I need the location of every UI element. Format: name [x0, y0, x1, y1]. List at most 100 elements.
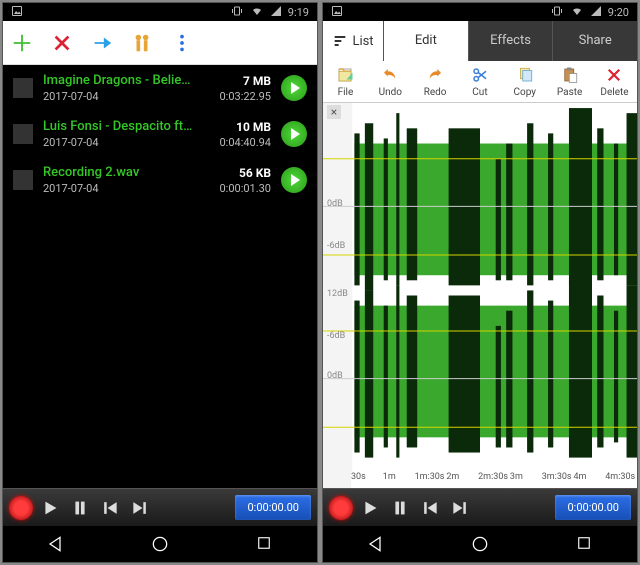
checkbox[interactable] [13, 170, 33, 190]
time-tick: 1m:30s [415, 472, 447, 488]
redo-label: Redo [424, 87, 447, 98]
db-label: 12dB [327, 289, 348, 299]
list-button[interactable]: List [323, 21, 383, 61]
track-list: Imagine Dragons - Believe... 2017-07-04 … [3, 65, 317, 488]
tools-button[interactable] [131, 32, 153, 54]
vibrate-icon [230, 5, 244, 20]
paste-icon [560, 65, 580, 85]
cut-button[interactable]: Cut [458, 65, 502, 98]
file-button[interactable]: File [323, 65, 367, 98]
back-nav-icon[interactable] [45, 534, 65, 554]
track-size: 7 MB [219, 74, 271, 88]
status-bar: 9:20 [323, 3, 637, 21]
signal-icon [270, 5, 282, 20]
time-tick: 3m:30s [542, 472, 574, 488]
home-nav-icon[interactable] [470, 534, 490, 554]
delete-button[interactable] [51, 32, 73, 54]
vibrate-icon [550, 5, 564, 20]
delete-label: Delete [600, 87, 628, 98]
delete-tool-button[interactable]: Delete [592, 65, 636, 98]
undo-label: Undo [379, 87, 402, 98]
pause-button[interactable] [387, 495, 413, 521]
db-label: 0dB [327, 199, 343, 209]
android-nav-bar [3, 526, 317, 562]
recent-nav-icon[interactable] [575, 534, 595, 554]
scissors-icon [470, 65, 490, 85]
copy-label: Copy [514, 87, 537, 98]
track-size: 56 KB [219, 166, 271, 180]
time-tick: 1m [383, 472, 415, 488]
edit-toolbar: File Undo Redo Cut Copy Paste Delete [323, 61, 637, 103]
time-tick: 2m:30s [478, 472, 510, 488]
list-label: List [352, 34, 373, 49]
checkbox[interactable] [13, 124, 33, 144]
play-track-button[interactable] [281, 121, 307, 147]
time-axis: 30s 1m 1m:30s 2m 2m:30s 3m 3m:30s 4m 4m:… [351, 472, 637, 488]
time-tick: 3m [510, 472, 542, 488]
wifi-icon [250, 5, 264, 20]
redo-icon [425, 65, 445, 85]
forward-button[interactable] [91, 32, 113, 54]
time-tick: 4m [573, 472, 605, 488]
phone-right: 9:20 List Edit Effects Share File Undo R… [322, 2, 638, 563]
redo-button[interactable]: Redo [413, 65, 457, 98]
db-label: -6dB [327, 241, 345, 251]
editor-tabs: List Edit Effects Share [323, 21, 637, 61]
copy-button[interactable]: Copy [503, 65, 547, 98]
track-row[interactable]: Luis Fonsi - Despacito ft. ... 2017-07-0… [3, 111, 317, 157]
player-bar: 0:00:00.00 [3, 488, 317, 526]
track-name: Luis Fonsi - Despacito ft. ... [43, 119, 193, 134]
undo-icon [380, 65, 400, 85]
db-label: 0dB [327, 371, 343, 381]
status-time: 9:20 [608, 6, 629, 19]
track-name: Recording 2.wav [43, 165, 193, 180]
next-button[interactable] [447, 495, 473, 521]
waveform-area[interactable]: × 0dB -6dB 12dB -6dB 0dB 30s 1m 1m:30s 2… [323, 103, 637, 488]
track-row[interactable]: Imagine Dragons - Believe... 2017-07-04 … [3, 65, 317, 111]
close-wave-icon[interactable]: × [327, 105, 341, 119]
copy-icon [515, 65, 535, 85]
tab-edit[interactable]: Edit [383, 21, 468, 61]
time-tick: 2m [446, 472, 478, 488]
player-time: 0:00:00.00 [555, 495, 631, 520]
track-duration: 0:04:40.94 [219, 136, 271, 149]
player-time: 0:00:00.00 [235, 495, 311, 520]
wifi-icon [570, 5, 584, 20]
prev-button[interactable] [417, 495, 443, 521]
record-button[interactable] [9, 496, 33, 520]
checkbox[interactable] [13, 78, 33, 98]
track-row[interactable]: Recording 2.wav 2017-07-04 56 KB 0:00:01… [3, 157, 317, 203]
picture-icon [331, 5, 343, 20]
tab-share[interactable]: Share [552, 21, 637, 61]
paste-button[interactable]: Paste [548, 65, 592, 98]
tab-effects[interactable]: Effects [468, 21, 553, 61]
status-bar: 9:19 [3, 3, 317, 21]
track-size: 10 MB [219, 120, 271, 134]
undo-button[interactable]: Undo [368, 65, 412, 98]
home-nav-icon[interactable] [150, 534, 170, 554]
recent-nav-icon[interactable] [255, 534, 275, 554]
play-track-button[interactable] [281, 167, 307, 193]
time-tick: 30s [351, 472, 383, 488]
add-button[interactable] [11, 32, 33, 54]
more-button[interactable] [171, 32, 193, 54]
track-date: 2017-07-04 [43, 136, 209, 149]
pause-button[interactable] [67, 495, 93, 521]
status-time: 9:19 [288, 6, 309, 19]
record-button[interactable] [329, 496, 353, 520]
next-button[interactable] [127, 495, 153, 521]
cut-label: Cut [472, 87, 487, 98]
play-track-button[interactable] [281, 75, 307, 101]
back-nav-icon[interactable] [365, 534, 385, 554]
track-date: 2017-07-04 [43, 182, 209, 195]
delete-icon [604, 65, 624, 85]
waveform-canvas [323, 103, 637, 488]
phone-left: 9:19 Imagine Dragons - Believe... 2017-0… [2, 2, 318, 563]
track-date: 2017-07-04 [43, 90, 209, 103]
db-label: -6dB [327, 331, 345, 341]
play-button[interactable] [37, 495, 63, 521]
prev-button[interactable] [97, 495, 123, 521]
picture-icon [11, 5, 23, 20]
file-label: File [338, 87, 354, 98]
play-button[interactable] [357, 495, 383, 521]
